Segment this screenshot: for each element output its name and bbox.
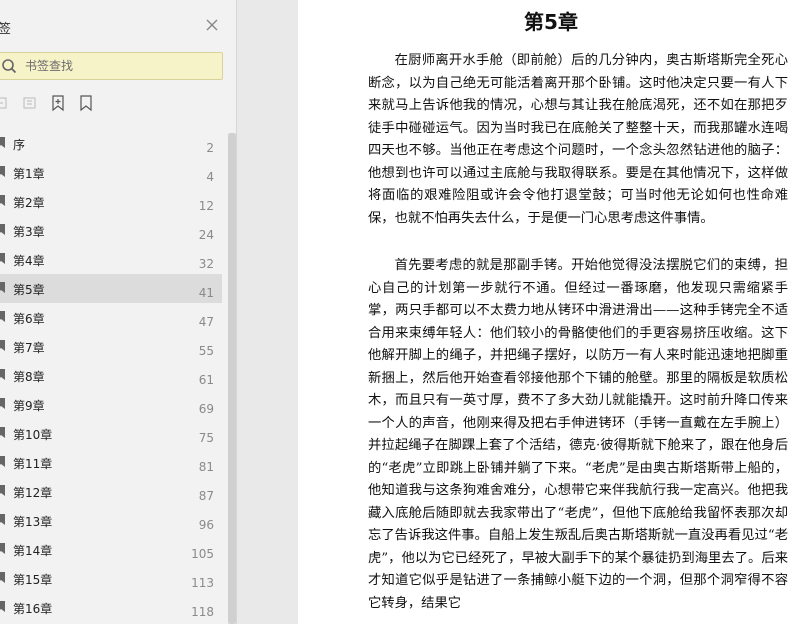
- bookmark-item-label: 第10章: [13, 428, 53, 442]
- bookmark-icon: [0, 398, 5, 409]
- bookmark-search-box[interactable]: [0, 52, 223, 80]
- bookmark-icon: [0, 485, 5, 496]
- bookmark-item-label: 序: [13, 138, 26, 152]
- bookmark-item[interactable]: 第2章 12: [0, 187, 222, 216]
- bookmark-item[interactable]: 序2: [0, 129, 222, 158]
- bookmark-icon: [0, 137, 5, 148]
- bookmark-item[interactable]: 第3章 24: [0, 216, 222, 245]
- bookmark-item[interactable]: 第13章 96: [0, 506, 222, 535]
- bookmark-item-label: 第14章: [13, 544, 53, 558]
- paragraph: 在厨师离开水手舱（即前舱）后的几分钟内，奥古斯塔斯完全死心断念，以为自己绝无可能…: [368, 53, 788, 226]
- expand-bookmark-icon[interactable]: [0, 94, 12, 112]
- bookmark-item-label: 第11章: [13, 457, 53, 471]
- bookmark-item[interactable]: 第16章 118: [0, 593, 222, 622]
- bookmark-item[interactable]: 第14章 105: [0, 535, 222, 564]
- bookmark-icon: [0, 195, 5, 206]
- bookmark-icon: [0, 311, 5, 322]
- bookmark-item-label: 第15章: [13, 573, 53, 587]
- bookmark-item-page: 96: [198, 518, 214, 532]
- bookmark-item[interactable]: 第15章 113: [0, 564, 222, 593]
- bookmark-item-label: 第8章: [13, 370, 45, 384]
- bookmark-icon: [0, 456, 5, 467]
- bookmark-icon: [0, 282, 5, 293]
- bookmark-item[interactable]: 第8章 61: [0, 361, 222, 390]
- bookmark-search-input[interactable]: [25, 56, 205, 76]
- bookmark-item-page: 75: [198, 431, 214, 445]
- bookmark-item-label: 第3章: [13, 225, 45, 239]
- document-page: 第5章 在厨师离开水手舱（即前舱）后的几分钟内，奥古斯塔斯完全死心断念，以为自己…: [298, 0, 804, 624]
- bookmark-icon: [0, 166, 5, 177]
- bookmark-item-page: 41: [198, 286, 214, 300]
- bookmark-list: 序 2 第1章 4 第2章 12 第3章 24 第4章 32 第5章 41 第6章 47 第7章 55 第8章 6…: [0, 129, 222, 622]
- scrollbar-thumb[interactable]: [228, 133, 236, 624]
- bookmark-icon: [0, 340, 5, 351]
- document-viewer[interactable]: 第5章 在厨师离开水手舱（即前舱）后的几分钟内，奥古斯塔斯完全死心断念，以为自己…: [237, 0, 804, 624]
- bookmark-item-page: 12: [198, 199, 214, 213]
- bookmark-item-page: 105: [191, 547, 214, 561]
- bookmark-item[interactable]: 第7章 55: [0, 332, 222, 361]
- bookmark-item-label: 第16章: [13, 602, 53, 616]
- add-bookmark-icon[interactable]: [49, 94, 67, 112]
- bookmark-icon[interactable]: [77, 94, 95, 112]
- bookmark-item-label: 第9章: [13, 399, 45, 413]
- collapse-bookmark-icon[interactable]: [21, 94, 39, 112]
- bookmark-item-label: 第5章: [13, 283, 45, 297]
- bookmark-item[interactable]: 第9章 69: [0, 390, 222, 419]
- bookmark-item-page: 81: [198, 460, 214, 474]
- bookmark-scrollbar[interactable]: [228, 133, 236, 624]
- bookmark-icon: [0, 514, 5, 525]
- paragraph: 首先要考虑的就是那副手铐。开始他觉得没法摆脱它们的束缚，担心自己的计划第一步就行…: [368, 258, 788, 611]
- bookmark-item[interactable]: 第4章 32: [0, 245, 222, 274]
- bookmark-item-label: 第2章: [13, 196, 45, 210]
- bookmark-icon: [0, 427, 5, 438]
- chapter-title: 第5章: [524, 10, 578, 34]
- bookmark-item-page: 24: [198, 228, 214, 242]
- bookmark-item-label: 第4章: [13, 254, 45, 268]
- bookmark-item-page: 118: [191, 605, 214, 619]
- bookmark-icon: [0, 543, 5, 554]
- bookmark-item-page: 61: [198, 373, 214, 387]
- bookmark-item-label: 第13章: [13, 515, 53, 529]
- bookmark-item-page: 4: [206, 170, 214, 184]
- bookmark-icon: [0, 224, 5, 235]
- bookmark-item-page: 47: [198, 315, 214, 329]
- bookmark-item-label: 第12章: [13, 486, 53, 500]
- bookmark-icon: [0, 572, 5, 583]
- bookmark-item-page: 113: [191, 576, 214, 590]
- bookmark-icon: [0, 253, 5, 264]
- bookmark-icon: [0, 369, 5, 380]
- bookmark-item-label: 第7章: [13, 341, 45, 355]
- bookmark-item[interactable]: 第1章 4: [0, 158, 222, 187]
- bookmark-item-page: 69: [198, 402, 214, 416]
- bookmark-item-page: 2: [206, 141, 214, 155]
- close-icon[interactable]: [203, 16, 221, 34]
- bookmark-item[interactable]: 第5章 41: [0, 274, 222, 303]
- bookmark-panel-title: 签: [0, 22, 12, 37]
- bookmark-item[interactable]: 第11章 81: [0, 448, 222, 477]
- bookmark-item-page: 87: [198, 489, 214, 503]
- bookmark-toolbar: [0, 94, 236, 114]
- bookmark-item[interactable]: 第12章 87: [0, 477, 222, 506]
- bookmark-item-label: 第6章: [13, 312, 45, 326]
- bookmark-panel: 签 序2第1章4第2章12第3章24第4章32第5章41第6章47第7章55第8…: [0, 0, 237, 624]
- bookmark-item[interactable]: 第6章 47: [0, 303, 222, 332]
- bookmark-item[interactable]: 第10章 75: [0, 419, 222, 448]
- bookmark-item-page: 32: [198, 257, 214, 271]
- search-icon: [2, 59, 17, 74]
- bookmark-item-page: 55: [198, 344, 214, 358]
- bookmark-icon: [0, 601, 5, 612]
- bookmark-panel-header: 签: [0, 14, 236, 40]
- bookmark-item-label: 第1章: [13, 167, 45, 181]
